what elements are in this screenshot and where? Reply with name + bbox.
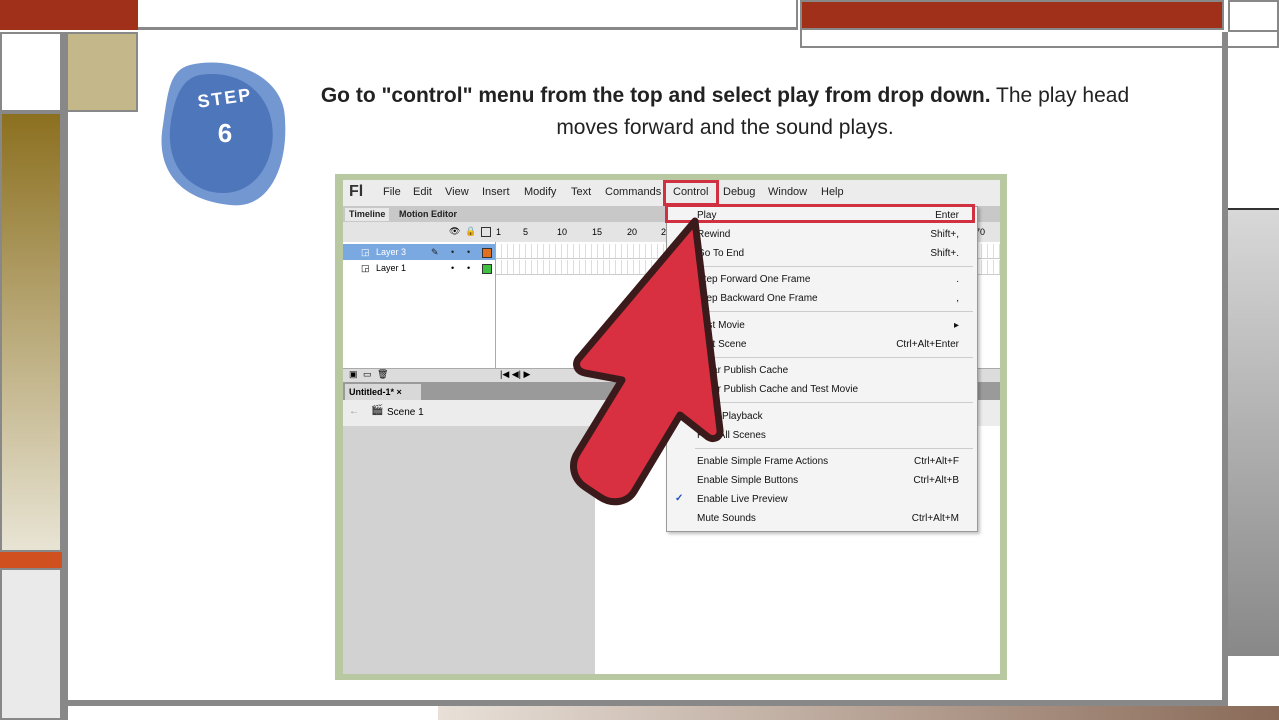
frame-left-line: [62, 32, 68, 720]
menu-edit[interactable]: Edit: [413, 186, 432, 198]
pointer-arrow-icon: [570, 217, 724, 506]
outline-icon[interactable]: [481, 227, 491, 237]
menu-item-shortcut: ,: [956, 293, 959, 304]
visibility-dot[interactable]: •: [451, 244, 454, 260]
lock-dot[interactable]: •: [467, 244, 470, 260]
decor-top-middle-bar: [138, 0, 798, 30]
lock-icon[interactable]: 🔒: [465, 226, 476, 237]
app-logo: Fl: [349, 183, 364, 200]
control-menu-highlight: [663, 180, 719, 206]
document-tab[interactable]: Untitled-1* ×: [345, 384, 421, 400]
menu-file[interactable]: File: [383, 186, 401, 198]
layer-color-swatch[interactable]: [482, 248, 492, 258]
decor-top-right-strip: [800, 30, 1279, 48]
layer-color-swatch[interactable]: [482, 264, 492, 274]
back-arrow-icon[interactable]: ←: [349, 406, 359, 417]
menu-modify[interactable]: Modify: [524, 186, 556, 198]
menu-item-mute-sounds[interactable]: Mute Sounds Ctrl+Alt+M: [667, 510, 977, 529]
layer-name: Layer 3: [376, 247, 407, 257]
eye-icon[interactable]: 👁: [449, 226, 460, 237]
menu-item-label: Mute Sounds: [697, 513, 756, 524]
menu-item-shortcut: Shift+.: [930, 248, 959, 259]
menu-item-shortcut: Ctrl+Alt+M: [911, 513, 959, 524]
menu-item-shortcut: Ctrl+Alt+F: [913, 456, 959, 467]
decor-left-white: [0, 32, 62, 112]
menu-insert[interactable]: Insert: [482, 186, 510, 198]
layer-row[interactable]: ◲ Layer 3 ✎ • •: [343, 244, 495, 260]
decor-left-gold: [66, 32, 138, 112]
decor-left-orange: [0, 552, 62, 568]
decor-left-bottom: [0, 568, 62, 720]
layer-name: Layer 1: [376, 263, 407, 273]
instruction-bold: Go to "control" menu from the top and se…: [320, 84, 991, 107]
layer-icon: ◲: [361, 263, 370, 273]
decor-left-gradient: [0, 112, 62, 552]
menu-item-shortcut: Shift+,: [930, 229, 959, 240]
scene-label[interactable]: Scene 1: [387, 407, 424, 418]
decor-top-right-bar: [800, 0, 1224, 30]
menu-debug[interactable]: Debug: [723, 186, 755, 198]
layer-icon: ◲: [361, 247, 370, 257]
decor-top-left-bar: [0, 0, 138, 30]
visibility-dot[interactable]: •: [451, 260, 454, 276]
menu-separator: [695, 357, 973, 358]
decor-top-far-right: [1228, 0, 1279, 32]
menu-window[interactable]: Window: [768, 186, 807, 198]
menu-item-shortcut: .: [956, 274, 959, 285]
decor-right-grey: [1228, 208, 1279, 656]
instruction-text: Go to "control" menu from the top and se…: [300, 80, 1150, 144]
new-folder-icon[interactable]: ▭: [363, 369, 372, 380]
menu-separator: [695, 311, 973, 312]
menu-text[interactable]: Text: [571, 186, 591, 198]
menu-separator: [695, 402, 973, 403]
menu-separator: [695, 266, 973, 267]
lock-dot[interactable]: •: [467, 260, 470, 276]
decor-right-white: [1228, 48, 1279, 208]
frame-number: 5: [523, 227, 529, 237]
trash-icon[interactable]: 🗑: [377, 369, 388, 380]
submenu-arrow-icon: ▸: [953, 320, 959, 331]
menu-item-shortcut: Ctrl+Alt+B: [913, 475, 959, 486]
menu-commands[interactable]: Commands: [605, 186, 661, 198]
menu-view[interactable]: View: [445, 186, 469, 198]
playback-controls-icon[interactable]: |◀ ◀| ▶: [500, 369, 530, 380]
menu-separator: [695, 448, 973, 449]
pencil-icon: ✎: [431, 247, 439, 257]
frame-number: 1: [496, 227, 502, 237]
menu-help[interactable]: Help: [821, 186, 844, 198]
tab-timeline[interactable]: Timeline: [345, 208, 390, 221]
decor-bottom-gradient: [438, 706, 1279, 720]
layer-row[interactable]: ◲ Layer 1 • •: [343, 260, 495, 276]
new-layer-icon[interactable]: ▣: [349, 369, 358, 380]
layer-list: ◲ Layer 3 ✎ • • ◲ Layer 1 • •: [343, 242, 496, 368]
tab-motion-editor[interactable]: Motion Editor: [395, 208, 461, 221]
menu-item-shortcut: Ctrl+Alt+Enter: [896, 339, 959, 350]
step-number: 6: [217, 118, 233, 148]
scene-icon: 🎬: [371, 405, 384, 416]
